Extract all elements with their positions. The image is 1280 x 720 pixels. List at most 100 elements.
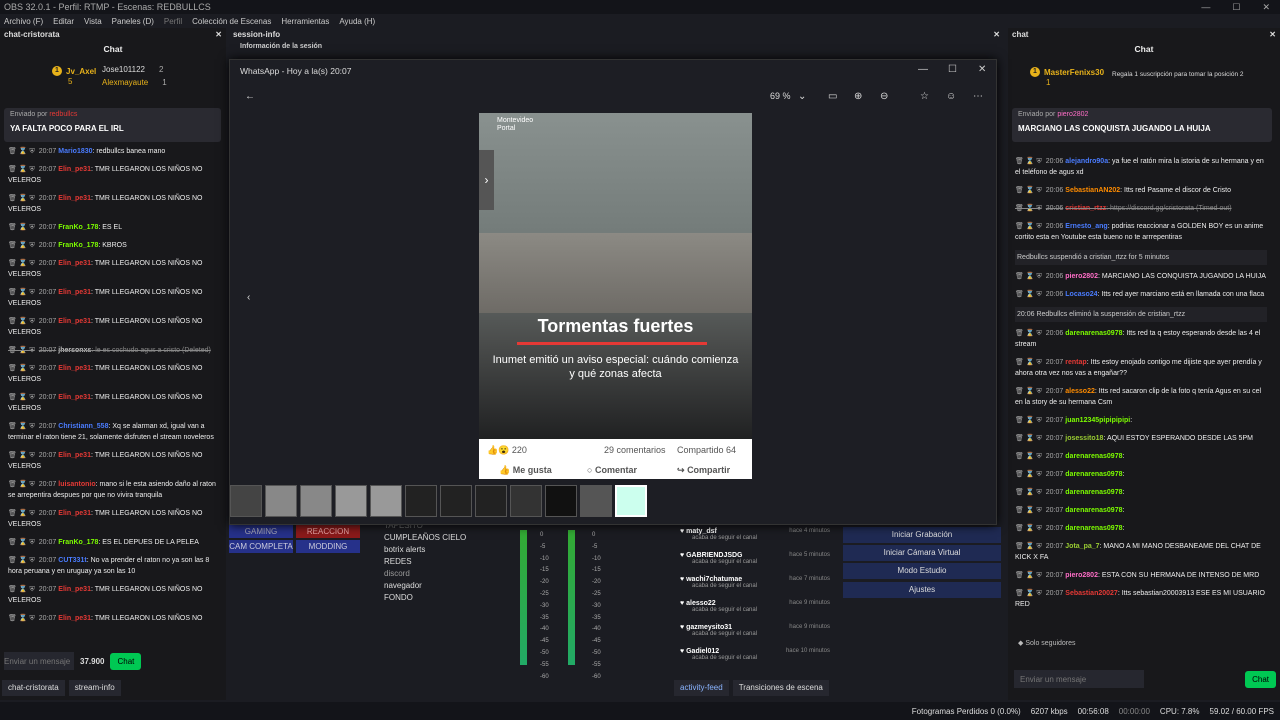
menu-ayuda[interactable]: Ayuda (H): [339, 17, 375, 26]
chat-message[interactable]: 🗑 ⌛ ⛨ 20:06 piero2802: MARCIANO LAS CONQUI…: [1015, 271, 1267, 282]
studio-mode-button[interactable]: Modo Estudio: [843, 563, 1001, 579]
message-user[interactable]: piero2802: [1065, 273, 1098, 280]
mod-actions-icon[interactable]: 🗑 ⌛ ⛨: [1015, 435, 1042, 442]
chat-message[interactable]: 🗑 ⌛ ⛨ 20:07 josessito18: AQUI ESTOY ESPERA…: [1015, 433, 1267, 444]
message-user[interactable]: Elin_pe31: [58, 615, 91, 622]
mod-actions-icon[interactable]: 🗑 ⌛ ⛨: [8, 289, 35, 296]
chat-message[interactable]: 🗑 ⌛ ⛨ 20:07 Elin_pe31: TMR LLEGARON LOS NI…: [8, 363, 216, 385]
message-user[interactable]: CUT331t: [58, 557, 86, 564]
message-user[interactable]: darenarenas0978: [1065, 453, 1122, 460]
menu-vista[interactable]: Vista: [84, 17, 102, 26]
message-user[interactable]: Elin_pe31: [58, 365, 91, 372]
message-user[interactable]: Elin_pe31: [58, 195, 91, 202]
thumbnail[interactable]: [265, 485, 297, 517]
message-user[interactable]: Locaso24: [1065, 291, 1097, 298]
chat-message[interactable]: 🗑 ⌛ ⛨ 20:07 Elin_pe31: TMR LLEGARON LOS NI…: [8, 287, 216, 309]
message-user[interactable]: Christiann_558: [58, 423, 108, 430]
chat-message[interactable]: 🗑 ⌛ ⛨ 20:07 Elin_pe31: TMR LLEGARON LOS NI…: [8, 164, 216, 186]
mod-actions-icon[interactable]: 🗑 ⌛ ⛨: [8, 242, 35, 249]
thumbnail[interactable]: [440, 485, 472, 517]
chat-message[interactable]: 🗑 ⌛ ⛨ 20:07 luisantonio: mano si le esta a…: [8, 479, 216, 501]
viewer-maximize-icon[interactable]: ☐: [948, 64, 957, 75]
message-user[interactable]: josessito18: [1065, 435, 1103, 442]
chat-message[interactable]: 🗑 ⌛ ⛨ 20:07 alesso22: Itts red sacaron cli…: [1015, 386, 1267, 408]
mod-actions-icon[interactable]: 🗑 ⌛ ⛨: [8, 615, 35, 622]
thumbnail[interactable]: [545, 485, 577, 517]
chat-message[interactable]: 🗑 ⌛ ⛨ 20:07 Jota_pa_7: MANO A MI MANO DESB…: [1015, 541, 1267, 563]
chat-message[interactable]: 🗑 ⌛ ⛨ 20:07 darenarenas0978:: [1015, 523, 1267, 534]
message-user[interactable]: Mario1830: [58, 148, 92, 155]
menu-paneles[interactable]: Paneles (D): [112, 17, 154, 26]
mod-actions-icon[interactable]: 🗑 ⌛ ⛨: [1015, 453, 1042, 460]
chat-message[interactable]: 🗑 ⌛ ⛨ 20:06 SebastianAN202: Itts red Pasam…: [1015, 185, 1267, 196]
maximize-icon[interactable]: ☐: [1232, 2, 1240, 13]
chat-message[interactable]: 🗑 ⌛ ⛨ 20:06 alejandro90a: ya fue el ratón …: [1015, 156, 1267, 178]
chat-message[interactable]: 🗑 ⌛ ⛨ 20:07 Elin_pe31: TMR LLEGARON LOS NI…: [8, 508, 216, 530]
chat-message[interactable]: 🗑 ⌛ ⛨ 20:07 FranKo_178: KBROS: [8, 240, 216, 251]
mod-actions-icon[interactable]: 🗑 ⌛ ⛨: [1015, 525, 1042, 532]
thumbnail[interactable]: [370, 485, 402, 517]
message-user[interactable]: darenarenas0978: [1065, 525, 1122, 532]
message-user[interactable]: juan12345pipipipipi: [1065, 417, 1130, 424]
gift-promo[interactable]: Regala 1 suscripción para tomar la posic…: [1112, 71, 1244, 78]
thumbnail[interactable]: [300, 485, 332, 517]
start-virtual-camera-button[interactable]: Iniciar Cámara Virtual: [843, 545, 1001, 561]
message-user[interactable]: FranKo_178: [58, 539, 98, 546]
back-arrow-icon[interactable]: ←: [245, 91, 255, 102]
left-chat-input[interactable]: [4, 652, 74, 670]
message-user[interactable]: Elin_pe31: [58, 289, 91, 296]
menu-herramientas[interactable]: Herramientas: [281, 17, 329, 26]
zoom-dropdown-icon[interactable]: ⌄: [798, 91, 806, 102]
fit-screen-icon[interactable]: ▭: [828, 91, 837, 102]
mod-actions-icon[interactable]: 🗑 ⌛ ⛨: [8, 539, 35, 546]
tab-transiciones[interactable]: Transiciones de escena: [732, 680, 829, 696]
scene-reaccion[interactable]: REACCION: [296, 525, 360, 538]
right-chat-button[interactable]: Chat: [1245, 670, 1276, 688]
scene-gaming[interactable]: GAMING: [229, 525, 293, 538]
mod-actions-icon[interactable]: 🗑 ⌛ ⛨: [8, 423, 35, 430]
source-navegador[interactable]: navegador: [384, 581, 422, 590]
chat-message[interactable]: 🗑 ⌛ ⛨ 20:07 juan12345pipipipipi:: [1015, 415, 1267, 426]
message-user[interactable]: Elin_pe31: [58, 586, 91, 593]
viewer-minimize-icon[interactable]: —: [918, 64, 928, 75]
scene-cam-completa[interactable]: CAM COMPLETA: [229, 540, 293, 553]
message-user[interactable]: Elin_pe31: [58, 166, 91, 173]
mod-actions-icon[interactable]: 🗑 ⌛ ⛨: [1015, 205, 1042, 212]
mod-actions-icon[interactable]: 🗑 ⌛ ⛨: [1015, 572, 1042, 579]
scene-modding[interactable]: MODDING: [296, 540, 360, 553]
mod-actions-icon[interactable]: 🗑 ⌛ ⛨: [8, 586, 35, 593]
mod-actions-icon[interactable]: 🗑 ⌛ ⛨: [8, 452, 35, 459]
start-recording-button[interactable]: Iniciar Grabación: [843, 527, 1001, 543]
menu-perfil[interactable]: Perfil: [164, 17, 182, 26]
message-user[interactable]: Jota_pa_7: [1065, 543, 1099, 550]
chat-message[interactable]: 🗑 ⌛ ⛨ 20:07 darenarenas0978:: [1015, 469, 1267, 480]
message-user[interactable]: Elin_pe31: [58, 452, 91, 459]
chat-message[interactable]: 🗑 ⌛ ⛨ 20:07 rentap: Itts estoy enojado con…: [1015, 357, 1267, 379]
mod-actions-icon[interactable]: 🗑 ⌛ ⛨: [1015, 489, 1042, 496]
chat-message[interactable]: 🗑 ⌛ ⛨ 20:07 CUT331t: No va prender el rato…: [8, 555, 216, 577]
message-user[interactable]: Ernesto_ang: [1065, 223, 1107, 230]
chat-message[interactable]: 🗑 ⌛ ⛨ 20:07 Elin_pe31: TMR LLEGARON LOS NI…: [8, 258, 216, 280]
channel-points[interactable]: 37.900: [80, 657, 104, 666]
mod-actions-icon[interactable]: 🗑 ⌛ ⛨: [8, 260, 35, 267]
message-user[interactable]: darenarenas0978: [1065, 330, 1122, 337]
viewer-close-icon[interactable]: ✕: [978, 64, 986, 75]
chat-message[interactable]: 🗑 ⌛ ⛨ 20:07 darenarenas0978:: [1015, 487, 1267, 498]
message-user[interactable]: darenarenas0978: [1065, 489, 1122, 496]
mod-actions-icon[interactable]: 🗑 ⌛ ⛨: [8, 318, 35, 325]
mod-actions-icon[interactable]: 🗑 ⌛ ⛨: [1015, 590, 1042, 597]
thumbnail[interactable]: [405, 485, 437, 517]
mod-actions-icon[interactable]: 🗑 ⌛ ⛨: [8, 557, 35, 564]
mod-actions-icon[interactable]: 🗑 ⌛ ⛨: [8, 148, 35, 155]
message-user[interactable]: alesso22: [1065, 388, 1095, 395]
session-close-icon[interactable]: ✕: [993, 30, 1000, 39]
message-user[interactable]: Elin_pe31: [58, 394, 91, 401]
mod-actions-icon[interactable]: 🗑 ⌛ ⛨: [1015, 158, 1042, 165]
chat-message[interactable]: 🗑 ⌛ ⛨ 20:07 Elin_pe31: TMR LLEGARON LOS NI…: [8, 193, 216, 215]
right-dock-close-icon[interactable]: ✕: [1269, 30, 1276, 39]
source-redes[interactable]: REDES: [384, 557, 412, 566]
menu-editar[interactable]: Editar: [53, 17, 74, 26]
mod-actions-icon[interactable]: 🗑 ⌛ ⛨: [1015, 471, 1042, 478]
message-user[interactable]: cristian_rtzz: [1065, 205, 1106, 212]
chat-message[interactable]: 🗑 ⌛ ⛨ 20:07 Elin_pe31: TMR LLEGARON LOS NI…: [8, 392, 216, 414]
